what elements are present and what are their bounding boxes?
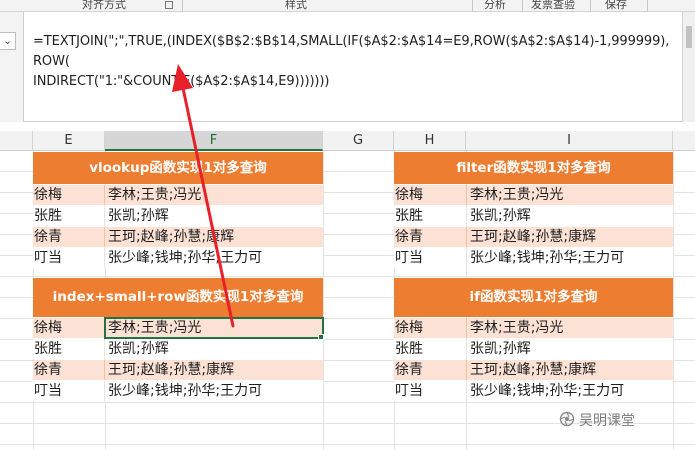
annotation-arrow	[172, 64, 235, 328]
watermark: 吴明课堂	[559, 410, 635, 430]
watermark-text: 吴明课堂	[579, 413, 635, 429]
arrow-shaft	[181, 86, 235, 328]
wechat-channel-icon	[559, 411, 575, 427]
arrow-head	[172, 64, 193, 92]
